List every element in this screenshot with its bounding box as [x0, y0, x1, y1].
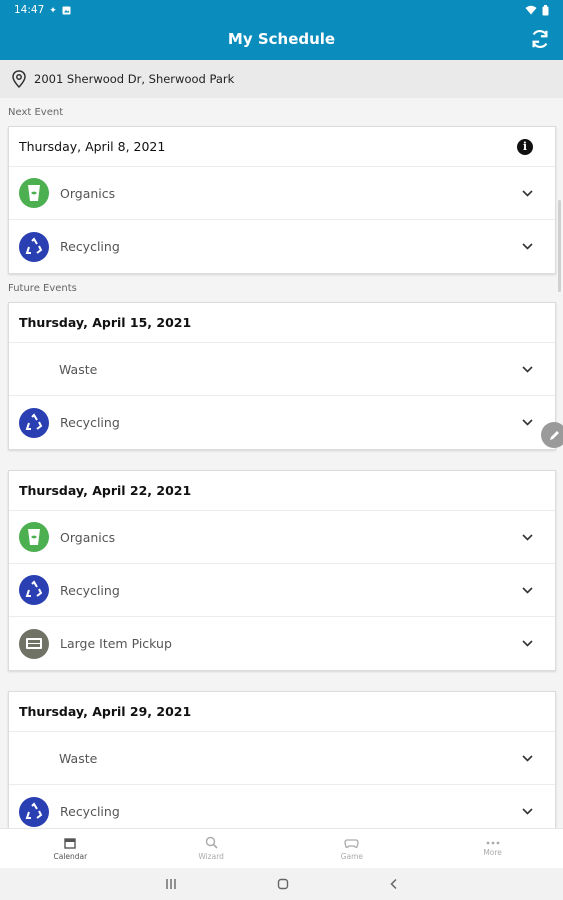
- collection-label: Waste: [59, 750, 98, 766]
- event-date: Thursday, April 15, 2021: [19, 315, 192, 330]
- next-event-label: Next Event: [8, 107, 64, 118]
- bottom-tab-bar: Calendar Wizard Game More: [0, 828, 563, 868]
- system-nav-bar: [0, 868, 563, 900]
- tab-calendar[interactable]: Calendar: [0, 829, 141, 868]
- collection-row-organics[interactable]: Organics: [9, 511, 555, 564]
- collection-label: Organics: [60, 529, 116, 545]
- home-icon[interactable]: [277, 878, 289, 890]
- collection-label: Recycling: [60, 415, 120, 430]
- app-bar: 14:47 ✦ My Schedule: [0, 0, 563, 60]
- status-sparkle-icon: ✦: [49, 4, 57, 15]
- tab-more[interactable]: More: [422, 829, 563, 868]
- collection-label: Recycling: [60, 582, 120, 598]
- address-text: 2001 Sherwood Dr, Sherwood Park: [34, 72, 235, 86]
- wizard-search-icon: [205, 836, 218, 849]
- organics-icon: [19, 522, 49, 552]
- collection-label: Large Item Pickup: [60, 636, 172, 651]
- calendar-icon: [64, 837, 77, 849]
- tab-label: Calendar: [53, 851, 88, 861]
- chevron-down-icon[interactable]: [522, 754, 533, 762]
- pencil-icon: [549, 430, 559, 440]
- collection-row-recycling[interactable]: Recycling: [9, 785, 555, 828]
- chevron-down-icon[interactable]: [522, 365, 533, 373]
- event-date-header: Thursday, April 15, 2021: [9, 303, 555, 343]
- status-time: 14:47: [14, 4, 45, 16]
- large-item-icon: [19, 628, 49, 659]
- tab-label: Game: [340, 851, 364, 861]
- tab-wizard[interactable]: Wizard: [141, 829, 282, 868]
- collection-row-waste[interactable]: Waste: [9, 732, 555, 785]
- page-title: My Schedule: [227, 30, 336, 48]
- chevron-down-icon[interactable]: [522, 640, 533, 647]
- wifi-icon: [525, 5, 537, 15]
- chevron-down-icon[interactable]: [522, 419, 533, 426]
- tab-game[interactable]: Game: [282, 829, 423, 868]
- collection-row-recycling[interactable]: Recycling: [9, 396, 555, 449]
- recycling-icon: [19, 796, 49, 827]
- event-date: Thursday, April 8, 2021: [19, 139, 166, 154]
- organics-icon: [19, 178, 49, 208]
- collection-label: Recycling: [60, 239, 120, 254]
- next-event-card: Thursday, April 8, 2021 i Organics Recyc…: [8, 126, 556, 274]
- scrollbar-thumb[interactable]: [558, 200, 561, 292]
- game-controller-icon: [344, 838, 360, 848]
- collection-row-recycling[interactable]: Recycling: [9, 220, 555, 273]
- collection-row-waste[interactable]: Waste: [9, 343, 555, 396]
- address-bar[interactable]: 2001 Sherwood Dr, Sherwood Park: [0, 60, 563, 98]
- chevron-down-icon[interactable]: [522, 243, 533, 250]
- edit-fab-button[interactable]: [541, 422, 563, 448]
- event-date-header: Thursday, April 8, 2021 i: [9, 127, 555, 167]
- chevron-down-icon[interactable]: [522, 533, 533, 541]
- event-card: Thursday, April 15, 2021 Waste Recycling: [8, 302, 556, 450]
- battery-icon: [542, 4, 549, 15]
- refresh-icon[interactable]: [529, 28, 551, 50]
- event-date: Thursday, April 22, 2021: [19, 483, 192, 498]
- recent-apps-icon[interactable]: [165, 878, 177, 890]
- location-pin-icon: [12, 70, 26, 88]
- collection-label: Waste: [59, 361, 98, 377]
- event-date: Thursday, April 29, 2021: [19, 704, 192, 719]
- collection-label: Recycling: [60, 804, 120, 819]
- recycling-icon: [19, 407, 49, 438]
- more-dots-icon: [486, 841, 500, 844]
- chevron-down-icon[interactable]: [522, 586, 533, 594]
- status-bar: 14:47 ✦: [0, 0, 563, 20]
- back-icon[interactable]: [389, 878, 399, 890]
- collection-row-organics[interactable]: Organics: [9, 167, 555, 220]
- recycling-icon: [19, 231, 49, 262]
- collection-row-large-item[interactable]: Large Item Pickup: [9, 617, 555, 670]
- collection-row-recycling[interactable]: Recycling: [9, 564, 555, 617]
- event-card: Thursday, April 29, 2021 Waste Recycling: [8, 691, 556, 828]
- future-events-label: Future Events: [8, 283, 77, 294]
- chevron-down-icon[interactable]: [522, 189, 533, 197]
- tab-label: Wizard: [198, 852, 224, 861]
- schedule-list[interactable]: Next Event Thursday, April 8, 2021 i Org…: [0, 98, 563, 828]
- event-card: Thursday, April 22, 2021 Organics Recycl…: [8, 470, 556, 671]
- info-icon[interactable]: i: [517, 138, 533, 155]
- status-image-icon: [62, 6, 71, 14]
- tab-label: More: [483, 847, 502, 857]
- collection-label: Organics: [60, 185, 116, 201]
- chevron-down-icon[interactable]: [522, 808, 533, 815]
- recycling-icon: [19, 575, 49, 605]
- event-date-header: Thursday, April 22, 2021: [9, 471, 555, 511]
- event-date-header: Thursday, April 29, 2021: [9, 692, 555, 732]
